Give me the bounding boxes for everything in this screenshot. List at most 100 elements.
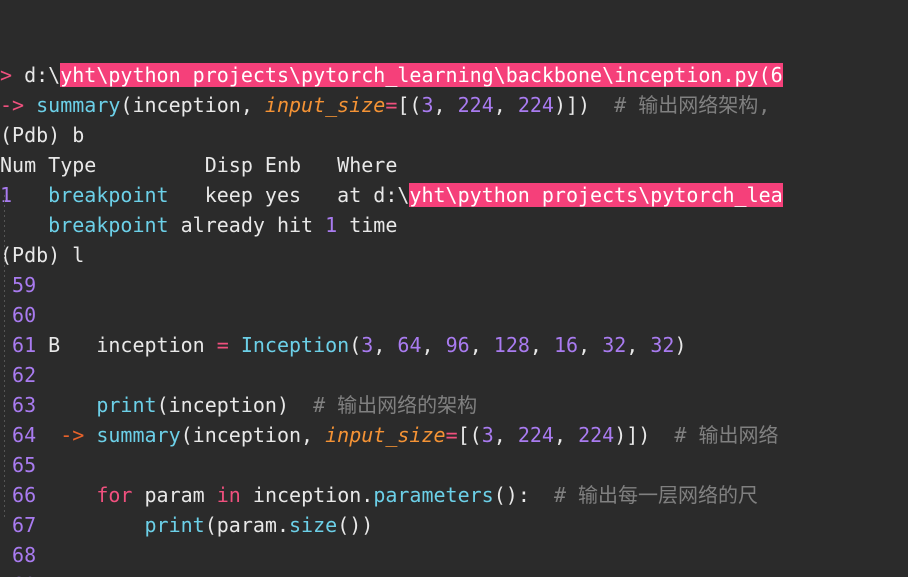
code-line-64-seg-5: =: [445, 423, 458, 447]
current-statement-line-seg-0: ->: [0, 93, 37, 117]
code-line-64-seg-9: 224: [517, 423, 554, 447]
breakpoint-row-1-seg-2: breakpoint: [48, 183, 169, 207]
breakpoint-hit-line-seg-2: already hit: [168, 213, 326, 237]
breakpoint-row-1-seg-1: [12, 183, 48, 207]
code-line-69: 69: [0, 570, 908, 577]
code-line-61-seg-7: 3: [361, 333, 374, 357]
code-line-61-seg-5: Inception: [240, 333, 350, 357]
code-line-67-seg-1: [36, 513, 144, 537]
code-line-63-seg-0: 63: [0, 393, 37, 417]
code-line-64-seg-0: 64: [0, 423, 37, 447]
breakpoint-hit-line-seg-1: breakpoint: [48, 213, 169, 237]
code-line-66: 66 for param in inception.parameters(): …: [0, 480, 908, 510]
stack-frame-line: > d:\yht\python projects\pytorch_learnin…: [0, 60, 908, 90]
code-line-61-seg-19: 32: [650, 333, 675, 357]
current-statement-line-seg-8: 224: [457, 93, 494, 117]
breakpoint-row-1: 1 breakpoint keep yes at d:\yht\python p…: [0, 180, 908, 210]
current-statement-line-seg-7: ,: [433, 93, 458, 117]
code-line-61-seg-9: 64: [397, 333, 422, 357]
code-line-59-seg-0: 59: [0, 273, 37, 297]
prompt-l-line-seg-0: (Pdb) l: [0, 243, 85, 267]
code-line-63-seg-4: # 输出网络的架构: [289, 393, 478, 417]
code-line-64-seg-11: 224: [578, 423, 615, 447]
stack-frame-line-seg-2: yht\python projects\pytorch_learning\bac…: [60, 63, 783, 87]
current-statement-line-seg-10: 224: [517, 93, 554, 117]
code-line-61-seg-18: ,: [626, 333, 651, 357]
code-line-66-seg-2: for: [96, 483, 133, 507]
code-line-69-seg-0: 69: [0, 573, 36, 577]
current-statement-line-seg-6: 3: [421, 93, 434, 117]
code-line-60: 60: [0, 300, 908, 330]
pdb-terminal-output[interactable]: > d:\yht\python projects\pytorch_learnin…: [0, 0, 908, 577]
code-line-61: 61 B inception = Inception(3, 64, 96, 12…: [0, 330, 908, 360]
current-statement-line-seg-9: ,: [493, 93, 518, 117]
breakpoint-hit-line-seg-0: [0, 213, 48, 237]
code-line-65-seg-0: 65: [0, 453, 37, 477]
code-line-64-seg-7: 3: [481, 423, 494, 447]
code-line-67-seg-3: (param.: [204, 513, 290, 537]
code-line-64-seg-13: # 输出网络: [650, 423, 779, 447]
code-line-67-seg-2: print: [144, 513, 205, 537]
code-line-68-seg-0: 68: [0, 543, 37, 567]
code-line-63-seg-1: [36, 393, 96, 417]
code-line-64-seg-3: (inception,: [180, 423, 326, 447]
code-line-66-seg-6: parameters: [373, 483, 494, 507]
code-line-63: 63 print(inception) # 输出网络的架构: [0, 390, 908, 420]
current-statement-line-seg-3: input_size: [264, 93, 386, 117]
code-line-67: 67 print(param.size()): [0, 510, 908, 540]
code-line-66-seg-8: # 输出每一层网络的尺: [529, 483, 759, 507]
breakpoint-hit-line-seg-4: time: [337, 213, 398, 237]
stack-frame-line-seg-0: >: [0, 63, 25, 87]
code-line-61-seg-13: 128: [493, 333, 530, 357]
code-line-67-seg-5: ()): [337, 513, 374, 537]
breakpoint-row-1-seg-3: keep yes at d:\: [168, 183, 410, 207]
prompt-l-line: (Pdb) l: [0, 240, 908, 270]
current-statement-line-seg-2: (inception,: [120, 93, 265, 117]
breakpoint-row-1-seg-0: 1: [0, 183, 13, 207]
code-line-65: 65: [0, 450, 908, 480]
code-line-61-seg-20: ): [674, 333, 687, 357]
code-line-61-seg-0: 61: [0, 333, 37, 357]
current-statement-line-seg-12: # 输出网络架构,: [590, 93, 771, 117]
code-line-67-seg-4: size: [289, 513, 338, 537]
code-line-64-seg-1: ->: [36, 423, 97, 447]
code-line-61-seg-1: B: [36, 333, 85, 357]
code-line-61-seg-4: [229, 333, 241, 357]
code-line-66-seg-4: in: [216, 483, 241, 507]
breakpoint-table-header-seg-0: Num Type Disp Enb Where: [0, 153, 398, 177]
code-line-64-seg-2: summary: [96, 423, 181, 447]
code-line-64-seg-8: ,: [493, 423, 518, 447]
code-line-61-seg-17: 32: [602, 333, 627, 357]
current-statement-line-seg-5: [(: [397, 93, 422, 117]
code-line-63-seg-2: print: [96, 393, 157, 417]
code-line-66-seg-7: ():: [493, 483, 530, 507]
current-statement-line-seg-4: =: [385, 93, 398, 117]
current-statement-line: -> summary(inception, input_size=[(3, 22…: [0, 90, 908, 120]
code-line-61-seg-14: ,: [529, 333, 554, 357]
code-line-61-seg-15: 16: [554, 333, 579, 357]
code-line-64-seg-6: [(: [457, 423, 482, 447]
code-line-61-seg-16: ,: [578, 333, 603, 357]
code-line-62: 62: [0, 360, 908, 390]
code-line-61-seg-10: ,: [421, 333, 446, 357]
breakpoint-row-1-seg-4: yht\python projects\pytorch_lea: [409, 183, 783, 207]
breakpoint-hit-line-seg-3: 1: [325, 213, 338, 237]
code-line-61-seg-12: ,: [469, 333, 494, 357]
breakpoint-table-header: Num Type Disp Enb Where: [0, 150, 908, 180]
code-line-61-seg-6: (: [349, 333, 362, 357]
code-line-67-seg-0: 67: [0, 513, 37, 537]
code-line-61-seg-3: =: [216, 333, 229, 357]
code-line-66-seg-5: inception.: [240, 483, 374, 507]
code-line-66-seg-3: param: [132, 483, 217, 507]
code-line-66-seg-0: 66: [0, 483, 37, 507]
code-line-66-seg-1: [36, 483, 96, 507]
stack-frame-line-seg-1: d:\: [24, 63, 61, 87]
current-statement-line-seg-11: )]): [553, 93, 591, 117]
code-line-63-seg-3: (inception): [156, 393, 290, 417]
prompt-b-line-seg-0: (Pdb) b: [0, 123, 85, 147]
current-statement-line-seg-1: summary: [36, 93, 121, 117]
prompt-b-line: (Pdb) b: [0, 120, 908, 150]
code-line-59: 59: [0, 270, 908, 300]
code-line-61-seg-11: 96: [445, 333, 470, 357]
breakpoint-hit-line: breakpoint already hit 1 time: [0, 210, 908, 240]
